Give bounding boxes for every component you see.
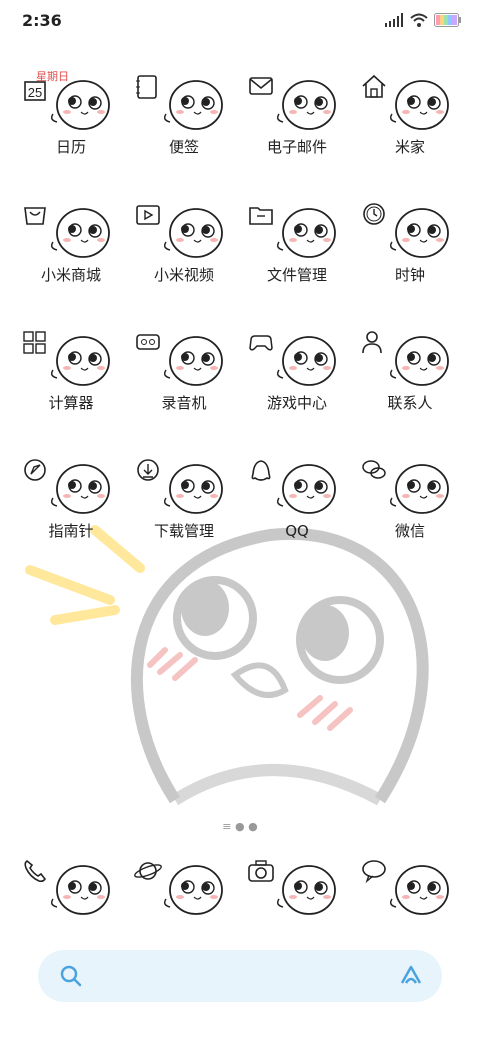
- video-icon: [136, 205, 223, 258]
- shopping-bag-icon: [24, 207, 110, 258]
- phone-icon: [24, 860, 110, 915]
- signal-icon: [385, 13, 403, 27]
- app-label: 时钟: [394, 266, 425, 284]
- app-label: 录音机: [161, 394, 207, 412]
- app-gamepad[interactable]: 游戏中心: [241, 326, 353, 436]
- app-label: 文件管理: [266, 266, 327, 284]
- app-mail[interactable]: 电子邮件: [241, 70, 353, 180]
- app-browser[interactable]: 浏览器: [128, 855, 240, 965]
- assistant-icon[interactable]: [398, 963, 424, 989]
- app-label: 小米商城: [40, 266, 101, 284]
- compass-icon: [24, 459, 110, 514]
- app-calculator[interactable]: 计算器: [15, 326, 127, 436]
- app-label: 微信: [394, 522, 425, 540]
- clock-icon: [363, 203, 449, 258]
- contacts-icon: [362, 331, 449, 386]
- app-label: 下载管理: [153, 522, 214, 540]
- app-label: 米家: [394, 138, 425, 156]
- app-label: 小米视频: [153, 266, 214, 284]
- app-notes[interactable]: 便签: [128, 70, 240, 180]
- wifi-icon: [410, 13, 428, 27]
- gamepad-icon: [249, 335, 336, 386]
- app-label: 游戏中心: [266, 394, 327, 412]
- battery-icon: [434, 13, 461, 27]
- app-label: 便签: [168, 138, 199, 156]
- messages-icon: [362, 860, 449, 915]
- calculator-icon: [23, 331, 110, 386]
- wechat-icon: [362, 460, 449, 514]
- calendar-day-number: 25: [28, 85, 42, 100]
- app-contacts[interactable]: 联系人: [354, 326, 466, 436]
- status-bar: 2:36: [0, 0, 480, 44]
- status-time: 2:36: [22, 11, 62, 30]
- app-label: 计算器: [48, 394, 94, 412]
- browser-icon: [134, 862, 223, 915]
- search-bar[interactable]: [38, 950, 442, 1002]
- app-label: 指南针: [48, 522, 94, 540]
- app-label: 电子邮件: [266, 138, 327, 156]
- app-label: 日历: [55, 138, 86, 156]
- app-calendar[interactable]: 25 日历: [15, 70, 127, 180]
- app-label: 联系人: [387, 394, 433, 412]
- page-indicator[interactable]: ≡ ● ●: [0, 820, 480, 833]
- app-label: QQ: [285, 522, 309, 540]
- folder-icon: [249, 207, 336, 258]
- app-phone[interactable]: 电话: [15, 855, 127, 965]
- camera-icon: [248, 860, 336, 915]
- app-qq[interactable]: QQ: [241, 454, 353, 564]
- download-icon: [137, 459, 223, 514]
- qq-icon: [251, 460, 336, 514]
- mail-icon: [249, 77, 336, 130]
- app-compass[interactable]: 指南针: [15, 454, 127, 564]
- home-icon: [362, 74, 449, 130]
- app-folder[interactable]: 文件管理: [241, 198, 353, 308]
- app-clock[interactable]: 时钟: [354, 198, 466, 308]
- app-recorder[interactable]: 录音机: [128, 326, 240, 436]
- recorder-icon: [136, 334, 223, 386]
- search-icon: [60, 965, 82, 987]
- app-download[interactable]: 下载管理: [128, 454, 240, 564]
- notes-icon: [136, 75, 223, 130]
- status-icons: [384, 13, 462, 27]
- app-video[interactable]: 小米视频: [128, 198, 240, 308]
- calendar-icon: 25: [24, 80, 110, 130]
- app-messages[interactable]: 短信: [354, 855, 466, 965]
- app-home[interactable]: 米家: [354, 70, 466, 180]
- app-camera[interactable]: 相机: [241, 855, 353, 965]
- app-wechat[interactable]: 微信: [354, 454, 466, 564]
- app-shopping-bag[interactable]: 小米商城: [15, 198, 127, 308]
